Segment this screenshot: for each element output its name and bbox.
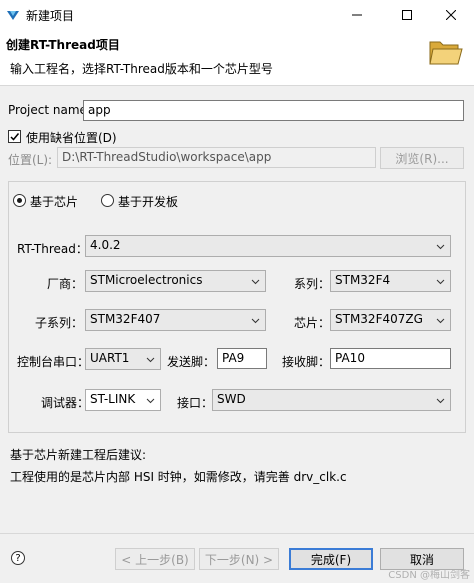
- console-uart-label: 控制台串口：: [17, 355, 90, 369]
- debugger-value: ST-LINK: [90, 392, 136, 406]
- interface-select[interactable]: SWD: [212, 389, 451, 411]
- chip-value: STM32F407ZG: [335, 312, 423, 326]
- chevron-down-icon: [251, 279, 260, 285]
- interface-label: 接口：: [177, 396, 214, 410]
- chevron-down-icon: [251, 318, 260, 324]
- subseries-label: 子系列：: [35, 316, 84, 330]
- wizard-title: 创建RT-Thread项目: [6, 38, 120, 52]
- chevron-down-icon: [146, 398, 155, 404]
- finish-button[interactable]: 完成(F): [289, 548, 373, 570]
- debugger-select[interactable]: ST-LINK: [85, 389, 161, 411]
- rtthread-version-value: 4.0.2: [90, 238, 121, 252]
- close-button[interactable]: [428, 0, 474, 30]
- series-value: STM32F4: [335, 273, 391, 287]
- project-name-input[interactable]: app: [83, 100, 464, 121]
- advice-text: 工程使用的是芯片内部 HSI 时钟，如需修改，请完善 drv_clk.c: [10, 470, 347, 484]
- minimize-icon: [352, 14, 362, 16]
- tx-pin-label: 发送脚：: [167, 355, 216, 369]
- subseries-value: STM32F407: [90, 312, 161, 326]
- interface-value: SWD: [217, 392, 246, 406]
- chevron-down-icon: [436, 318, 445, 324]
- watermark: CSDN @梅山剑客: [388, 570, 470, 581]
- rx-pin-input[interactable]: PA10: [330, 348, 451, 369]
- chevron-down-icon: [436, 398, 445, 404]
- rtthread-version-select[interactable]: 4.0.2: [85, 235, 451, 257]
- use-default-location-checkbox[interactable]: [8, 130, 21, 143]
- radio-based-on-chip-label: 基于芯片: [30, 195, 79, 209]
- chip-select[interactable]: STM32F407ZG: [330, 309, 451, 331]
- footer-separator: [0, 533, 474, 534]
- console-uart-select[interactable]: UART1: [85, 348, 161, 370]
- location-label: 位置(L):: [8, 153, 53, 167]
- maximize-icon: [402, 10, 412, 20]
- close-icon: [446, 10, 456, 20]
- subseries-select[interactable]: STM32F407: [85, 309, 266, 331]
- browse-button[interactable]: 浏览(R)...: [380, 147, 464, 169]
- debugger-label: 调试器：: [41, 396, 90, 410]
- location-input[interactable]: D:\RT-ThreadStudio\workspace\app: [57, 147, 376, 168]
- radio-based-on-board-label: 基于开发板: [118, 195, 179, 209]
- console-uart-value: UART1: [90, 351, 130, 365]
- vendor-label: 厂商：: [47, 277, 84, 291]
- maximize-button[interactable]: [384, 0, 430, 30]
- tx-pin-input[interactable]: PA9: [217, 348, 267, 369]
- minimize-button[interactable]: [334, 0, 380, 30]
- rtthread-version-label: RT-Thread：: [17, 242, 88, 256]
- checkmark-icon: [10, 133, 20, 141]
- series-select[interactable]: STM32F4: [330, 270, 451, 292]
- radio-based-on-board[interactable]: [101, 194, 114, 207]
- window-title: 新建项目: [26, 9, 75, 23]
- next-button[interactable]: 下一步(N) >: [199, 548, 279, 570]
- wizard-description: 输入工程名，选择RT-Thread版本和一个芯片型号: [10, 62, 273, 76]
- rx-pin-label: 接收脚：: [282, 355, 331, 369]
- chevron-down-icon: [436, 244, 445, 250]
- back-button[interactable]: < 上一步(B): [115, 548, 195, 570]
- vendor-select[interactable]: STMicroelectronics: [85, 270, 266, 292]
- rt-thread-app-icon: [7, 11, 19, 20]
- help-icon[interactable]: ?: [11, 551, 25, 565]
- chip-label: 芯片：: [294, 316, 331, 330]
- advice-title: 基于芯片新建工程后建议:: [10, 448, 147, 462]
- radio-based-on-chip[interactable]: [13, 194, 26, 207]
- vendor-value: STMicroelectronics: [90, 273, 203, 287]
- project-name-label: Project name:: [8, 103, 91, 117]
- use-default-location-label: 使用缺省位置(D): [26, 131, 117, 145]
- chevron-down-icon: [146, 357, 155, 363]
- chevron-down-icon: [436, 279, 445, 285]
- folder-icon: [429, 41, 463, 65]
- series-label: 系列：: [294, 277, 331, 291]
